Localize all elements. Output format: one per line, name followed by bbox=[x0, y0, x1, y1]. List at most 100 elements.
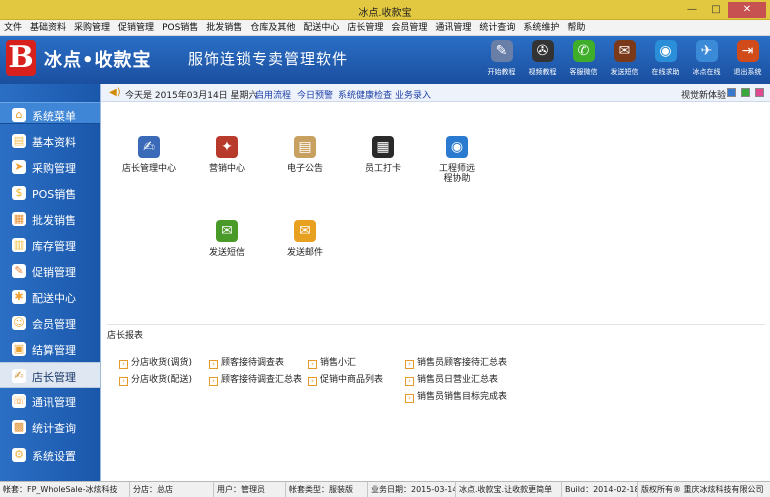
function-label: 电子公告 bbox=[286, 164, 323, 174]
arrow-icon: › bbox=[405, 394, 414, 403]
menu-item[interactable]: 仓库及其他 bbox=[250, 20, 295, 35]
ledger-icon: ▣ bbox=[12, 342, 26, 356]
window-controls: — □ ✕ bbox=[680, 2, 766, 18]
menu-item[interactable]: 通讯管理 bbox=[435, 20, 471, 35]
sidebar-item-label: 系统设置 bbox=[32, 450, 76, 463]
status-branch: 分店：总店 bbox=[130, 482, 214, 497]
truck-icon: ➤ bbox=[12, 160, 26, 174]
report-link-reception-survey-summary[interactable]: › 顾客接待调查汇总表 bbox=[209, 372, 302, 386]
exit-system-button[interactable]: ⇥ 退出系统 bbox=[727, 39, 768, 81]
staff-clock-in[interactable]: ▦ 员工打卡 bbox=[343, 136, 423, 174]
logo: B bbox=[6, 40, 40, 80]
tutorial-button[interactable]: ✎ 开始教程 bbox=[481, 39, 522, 81]
menu-item[interactable]: 文件 bbox=[4, 20, 22, 35]
report-link-staff-reception-summary[interactable]: › 销售员顾客接待汇总表 bbox=[405, 355, 507, 369]
sidebar-item-pos-sales[interactable]: $ POS销售 bbox=[0, 180, 100, 206]
sidebar-item-distribution[interactable]: ✱ 配送中心 bbox=[0, 284, 100, 310]
arrow-icon: › bbox=[405, 360, 414, 369]
startup-flow-link[interactable]: 启用流程 bbox=[255, 88, 291, 101]
minimize-button[interactable]: — bbox=[680, 2, 704, 18]
skin-swatch-green[interactable] bbox=[741, 88, 750, 97]
sidebar-item-communication[interactable]: ☏ 通讯管理 bbox=[0, 388, 100, 414]
sidebar-item-system-menu[interactable]: ⌂ 系统菜单 bbox=[0, 102, 100, 128]
skin-swatch-pink[interactable] bbox=[755, 88, 764, 97]
status-account: 帐套：FP_WholeSale-冰炫科技 bbox=[0, 482, 130, 497]
sidebar-item-basic-data[interactable]: ▤ 基本资料 bbox=[0, 128, 100, 154]
menu-item[interactable]: 会员管理 bbox=[391, 20, 427, 35]
menu-item[interactable]: 促销管理 bbox=[118, 20, 154, 35]
business-entry-link[interactable]: 业务录入 bbox=[395, 88, 431, 101]
report-link-label: 销售员销售目标完成表 bbox=[417, 392, 508, 402]
document-icon: ▤ bbox=[12, 134, 26, 148]
online-help-button[interactable]: ◉ 在线求助 bbox=[645, 39, 686, 81]
status-bar: 帐套：FP_WholeSale-冰炫科技 分店：总店 用户：管理员 帐套类型：服… bbox=[0, 481, 770, 497]
maximize-button[interactable]: □ bbox=[704, 2, 728, 18]
function-label: 员工打卡 bbox=[364, 164, 401, 174]
promotion-icon: ✎ bbox=[12, 264, 26, 278]
sidebar-item-label: 批发销售 bbox=[32, 214, 76, 227]
sidebar-item-settlement[interactable]: ▣ 结算管理 bbox=[0, 336, 100, 362]
sidebar-item-label: 结算管理 bbox=[32, 344, 76, 357]
info-bar: ◀) 今天是 2015年03月14日 星期六 启用流程 今日预警 系统健康检查 … bbox=[101, 84, 770, 102]
engineer-remote-assist[interactable]: ◉ 工程师远程协助 bbox=[417, 136, 497, 184]
report-link-label: 分店收货(配送) bbox=[131, 375, 193, 385]
e-announcement[interactable]: ▤ 电子公告 bbox=[265, 136, 345, 174]
close-button[interactable]: ✕ bbox=[728, 2, 766, 18]
health-check-link[interactable]: 系统健康检查 bbox=[338, 88, 392, 101]
report-link-branch-receive-delivery[interactable]: › 分店收货(配送) bbox=[119, 372, 192, 386]
function-label: 发送邮件 bbox=[286, 248, 323, 258]
menu-item[interactable]: 店长管理 bbox=[347, 20, 383, 35]
envelope-icon: ✉ bbox=[294, 220, 316, 242]
menu-item[interactable]: POS销售 bbox=[162, 20, 198, 35]
banner-toolbar: ✎ 开始教程 ✇ 视频教程 ✆ 客服微信 ✉ 发送短信 ◉ 在线求助 ✈ 冰点在线 ⇥ 退出系… bbox=[481, 39, 768, 81]
sidebar-item-inventory[interactable]: ▥ 库存管理 bbox=[0, 232, 100, 258]
report-link-branch-receive-transfer[interactable]: › 分店收货(调货) bbox=[119, 355, 192, 369]
menu-item[interactable]: 基础资料 bbox=[30, 20, 66, 35]
plane-globe-icon: ✈ bbox=[695, 40, 718, 62]
sidebar-item-members[interactable]: ☺ 会员管理 bbox=[0, 310, 100, 336]
send-sms-button[interactable]: ✉ 发送短信 bbox=[604, 39, 645, 81]
sidebar-item-label: 店长管理 bbox=[32, 371, 76, 384]
report-link-promo-products[interactable]: › 促销中商品列表 bbox=[308, 372, 383, 386]
store-manager-center[interactable]: ✍ 店长管理中心 bbox=[109, 136, 189, 174]
button-label: 冰点在线 bbox=[692, 68, 721, 76]
send-email[interactable]: ✉ 发送邮件 bbox=[265, 220, 345, 258]
sidebar-item-promotion[interactable]: ✎ 促销管理 bbox=[0, 258, 100, 284]
report-link-sales-summary[interactable]: › 销售小汇 bbox=[308, 355, 356, 369]
window-title: 冰点.收款宝 bbox=[358, 8, 412, 19]
sidebar-item-statistics[interactable]: ▩ 统计查询 bbox=[0, 414, 100, 440]
skin-swatch-blue[interactable] bbox=[727, 88, 736, 97]
user-icon: ☺ bbox=[12, 316, 26, 330]
sidebar: ⌂ 系统菜单 ▤ 基本资料 ➤ 采购管理 $ POS销售 ▦ 批发销售 ▥ 库存管理 ✎ 促销… bbox=[0, 84, 100, 481]
status-user: 用户：管理员 bbox=[214, 482, 286, 497]
bingdian-online-button[interactable]: ✈ 冰点在线 bbox=[686, 39, 727, 81]
send-sms[interactable]: ✉ 发送短信 bbox=[187, 220, 267, 258]
current-date: 今天是 2015年03月14日 星期六 bbox=[125, 91, 258, 101]
report-link-staff-target-completion[interactable]: › 销售员销售目标完成表 bbox=[405, 389, 507, 403]
menu-item[interactable]: 帮助 bbox=[567, 20, 585, 35]
menu-item[interactable]: 批发销售 bbox=[206, 20, 242, 35]
boxes-icon: ▦ bbox=[12, 212, 26, 226]
manager-icon: ✍ bbox=[138, 136, 160, 158]
report-link-reception-survey[interactable]: › 顾客接待调查表 bbox=[209, 355, 284, 369]
gear-icon: ⚙ bbox=[12, 448, 26, 462]
sidebar-item-system-settings[interactable]: ⚙ 系统设置 bbox=[0, 442, 100, 468]
report-link-staff-daily-revenue[interactable]: › 销售员日营业汇总表 bbox=[405, 372, 498, 386]
menu-item[interactable]: 配送中心 bbox=[303, 20, 339, 35]
marketing-center[interactable]: ✦ 营销中心 bbox=[187, 136, 267, 174]
menu-item[interactable]: 采购管理 bbox=[74, 20, 110, 35]
sms-icon: ✉ bbox=[613, 40, 636, 62]
menu-item[interactable]: 统计查询 bbox=[479, 20, 515, 35]
globe-icon: ◉ bbox=[654, 40, 677, 62]
video-tutorial-button[interactable]: ✇ 视频教程 bbox=[522, 39, 563, 81]
dollar-icon: $ bbox=[12, 186, 26, 200]
skin-label: 视觉新体验 bbox=[681, 91, 727, 101]
today-alert-link[interactable]: 今日预警 bbox=[297, 88, 333, 101]
wechat-support-button[interactable]: ✆ 客服微信 bbox=[563, 39, 604, 81]
title-bar: 冰点.收款宝 — □ ✕ bbox=[0, 0, 770, 20]
sidebar-item-purchasing[interactable]: ➤ 采购管理 bbox=[0, 154, 100, 180]
sidebar-item-store-manager[interactable]: ✍ 店长管理 bbox=[0, 362, 100, 388]
sidebar-item-wholesale[interactable]: ▦ 批发销售 bbox=[0, 206, 100, 232]
chart-icon: ▩ bbox=[12, 420, 26, 434]
menu-item[interactable]: 系统维护 bbox=[523, 20, 559, 35]
